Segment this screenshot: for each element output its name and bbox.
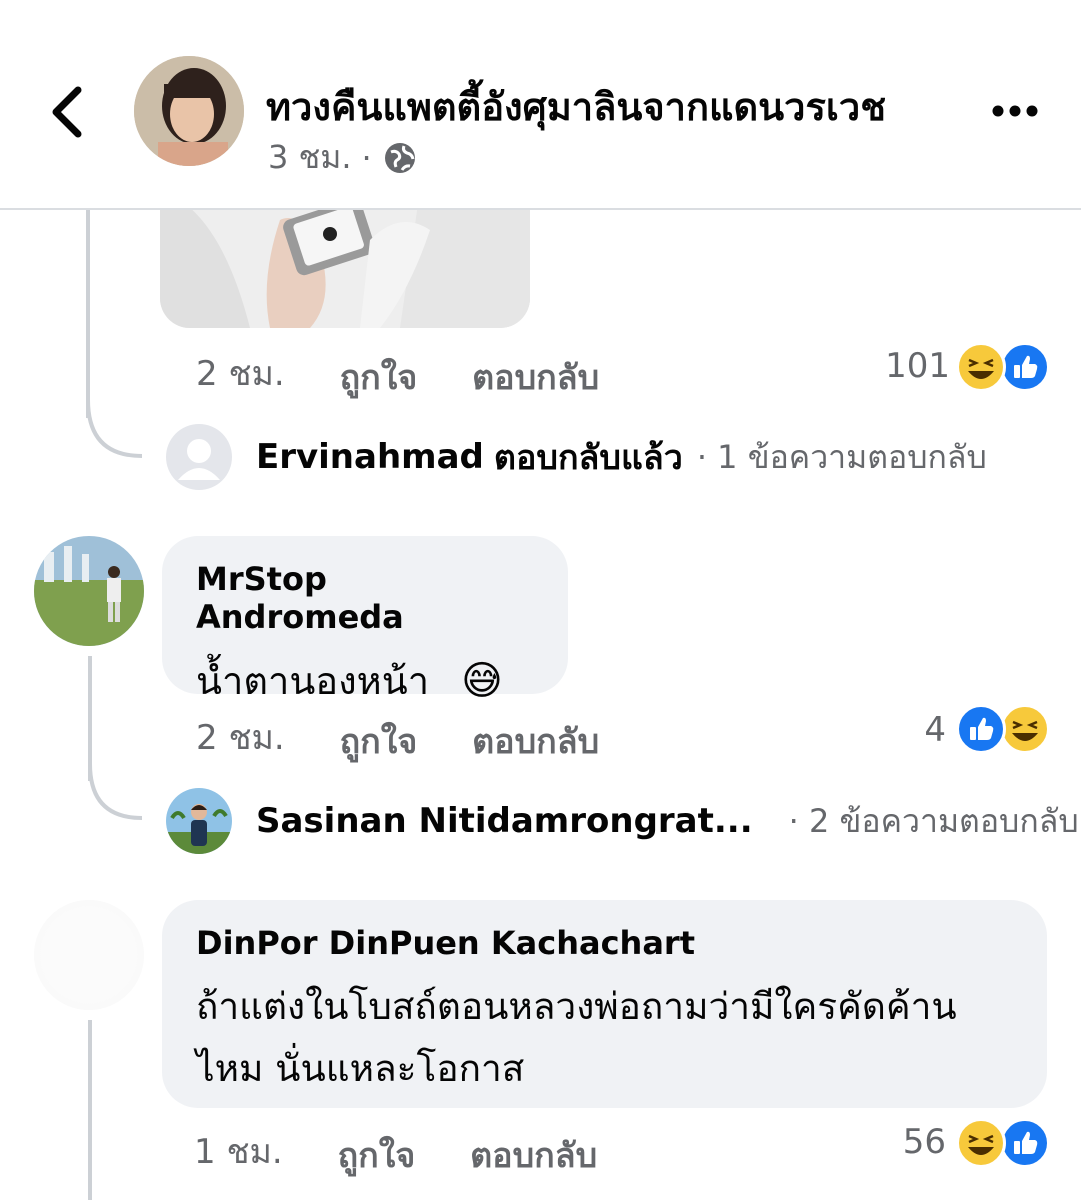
comment-actions: 1 ชม. ถูกใจ ตอบกลับ — [194, 1124, 597, 1178]
reaction-count[interactable]: 56 — [890, 1122, 946, 1162]
avatar-image — [134, 56, 244, 166]
thread-line — [88, 656, 92, 781]
chevron-left-icon — [52, 86, 82, 138]
page-name[interactable]: ทวงคืนแพตตี้อังศุมาลินจากแดนวรเวช — [266, 76, 886, 137]
reply-link[interactable]: ตอบกลับ — [472, 714, 599, 768]
thumbs-up-icon — [1014, 1131, 1038, 1154]
commenter-avatar[interactable] — [34, 536, 144, 646]
thumbs-up-icon — [1014, 355, 1038, 378]
comment-time: 2 ชม. — [196, 354, 285, 394]
separator-dot: · — [361, 138, 372, 177]
more-dots-icon — [992, 105, 1038, 117]
commenter-avatar[interactable] — [34, 900, 144, 1010]
reply-count[interactable]: · 1 ข้อความตอบกลับ — [697, 432, 987, 483]
haha-reaction-icon — [956, 342, 1006, 392]
comment-time: 1 ชม. — [194, 1132, 283, 1172]
comment-text: น้ำตานองหน้า 😅 — [196, 650, 534, 712]
more-options-button[interactable] — [990, 96, 1040, 126]
reply-action: ตอบกลับแล้ว — [493, 438, 683, 478]
haha-reaction-icon — [1000, 704, 1050, 754]
haha-face — [968, 1134, 994, 1155]
haha-face — [1012, 720, 1038, 741]
reply-author-avatar — [166, 788, 232, 854]
reply-summary[interactable]: Sasinan Nitidamrongrat... · 2 ข้อความตอบ… — [166, 788, 1079, 854]
reply-author[interactable]: Sasinan Nitidamrongrat... — [256, 801, 753, 841]
comment-time: 2 ชม. — [196, 718, 285, 758]
post-meta: 3 ชม. · — [268, 132, 418, 183]
thread-connector — [88, 764, 143, 820]
haha-face — [968, 358, 994, 379]
like-reaction-icon — [1000, 1118, 1050, 1168]
like-link[interactable]: ถูกใจ — [338, 1128, 416, 1182]
comment-bubble[interactable]: MrStop Andromeda น้ำตานองหน้า 😅 — [162, 536, 568, 704]
reply-summary[interactable]: Ervinahmad ตอบกลับแล้ว · 1 ข้อความตอบกลั… — [166, 424, 987, 490]
sweat-smile-emoji: 😅 — [461, 658, 503, 704]
thread-connector — [86, 400, 143, 458]
globe-icon — [384, 142, 415, 173]
comment-text-line: ไหม นั่นแหละโอกาส — [196, 1047, 525, 1090]
like-link[interactable]: ถูกใจ — [340, 714, 418, 768]
comment-bubble[interactable]: DinPor DinPuen Kachachart ถ้าแต่งในโบสถ์… — [162, 900, 1047, 1108]
thumbs-up-icon — [970, 717, 994, 740]
comment-author[interactable]: MrStop Andromeda — [196, 560, 534, 636]
thread-line — [86, 208, 90, 418]
post-header: ทวงคืนแพตตี้อังศุมาลินจากแดนวรเวช 3 ชม. … — [0, 0, 1081, 210]
like-reaction-icon — [1000, 342, 1050, 392]
reply-count[interactable]: · 2 ข้อความตอบกลับ — [789, 796, 1079, 847]
page-avatar[interactable] — [134, 56, 244, 166]
like-link[interactable]: ถูกใจ — [340, 350, 418, 404]
reply-link[interactable]: ตอบกลับ — [470, 1128, 597, 1182]
reaction-count[interactable]: 4 — [900, 710, 946, 750]
back-button[interactable] — [40, 80, 100, 144]
person-icon — [178, 439, 220, 480]
haha-reaction-icon — [956, 1118, 1006, 1168]
default-avatar — [166, 424, 232, 490]
comment-actions: 2 ชม. ถูกใจ ตอบกลับ — [196, 710, 599, 764]
comment-text-line: ถ้าแต่งในโบสถ์ตอนหลวงพ่อถามว่ามีใครคัดค้… — [196, 985, 957, 1028]
avatar-image — [34, 536, 144, 646]
comment-text-content: น้ำตานองหน้า — [196, 659, 430, 703]
post-time: 3 ชม. — [268, 138, 352, 176]
reply-author[interactable]: Ervinahmad — [256, 437, 484, 477]
thread-line — [88, 1020, 92, 1200]
reaction-count[interactable]: 101 — [880, 346, 950, 386]
reply-link[interactable]: ตอบกลับ — [472, 350, 599, 404]
comment-author[interactable]: DinPor DinPuen Kachachart — [196, 924, 1013, 962]
comment-actions: 2 ชม. ถูกใจ ตอบกลับ — [196, 346, 599, 400]
comment-text: ถ้าแต่งในโบสถ์ตอนหลวงพ่อถามว่ามีใครคัดค้… — [196, 976, 1013, 1100]
avatar-image — [166, 788, 232, 854]
like-reaction-icon — [956, 704, 1006, 754]
